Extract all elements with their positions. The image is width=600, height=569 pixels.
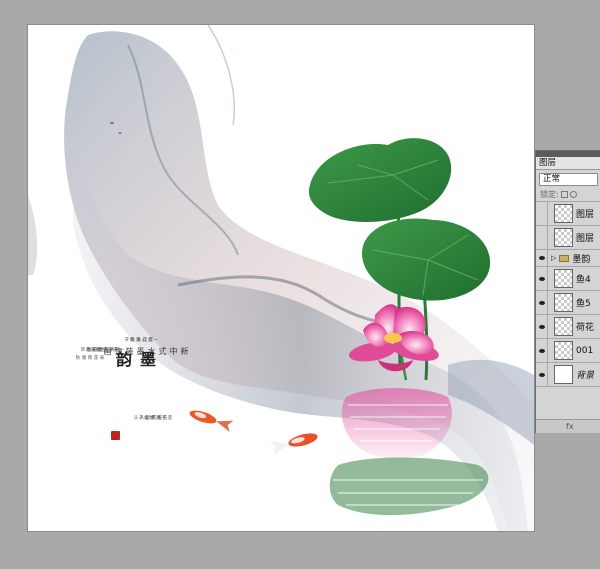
subtitle-char: 中 xyxy=(169,347,178,358)
layer-thumbnail xyxy=(554,204,573,223)
layer-name: 鱼4 xyxy=(576,275,591,285)
layer-row[interactable]: 图层 xyxy=(536,226,600,250)
lock-row: 锁定: xyxy=(536,188,600,202)
layer-row[interactable]: 001 xyxy=(536,339,600,363)
layer-name: 001 xyxy=(576,345,594,356)
layer-name: 背景 xyxy=(576,371,595,381)
document-canvas[interactable]: 墨 韵 新 中 式 水 墨 装 饰 画 一念心清静 莲花处处开 一花一世界 一叶… xyxy=(28,25,534,531)
visibility-toggle[interactable] xyxy=(536,202,548,225)
layer-row[interactable]: 鱼4 xyxy=(536,267,600,291)
eye-icon xyxy=(538,324,545,329)
layer-thumbnail xyxy=(554,293,573,312)
subtitle-char: 式 xyxy=(158,347,167,358)
layer-thumbnail xyxy=(554,365,573,384)
eye-icon xyxy=(538,348,545,353)
artwork-illustration xyxy=(28,25,534,531)
visibility-toggle[interactable] xyxy=(536,315,548,338)
subtitle-char: 墨 xyxy=(136,347,145,358)
layer-name: 荷花 xyxy=(576,323,595,333)
folder-icon xyxy=(559,254,570,262)
verse-column: 天然去雕饰 xyxy=(80,347,109,352)
lock-label: 锁定: xyxy=(540,190,559,199)
layer-row[interactable]: 荷花 xyxy=(536,315,600,339)
verse-column: 莲花处处开 xyxy=(124,337,153,342)
layer-thumbnail xyxy=(554,269,573,288)
lock-brush-icon[interactable] xyxy=(569,191,577,198)
visibility-toggle[interactable] xyxy=(536,226,548,249)
layer-thumbnail xyxy=(554,341,573,360)
expand-triangle-icon[interactable]: ▷ xyxy=(551,254,556,262)
lock-transparency-icon[interactable] xyxy=(560,191,568,198)
blend-mode-select[interactable]: 正常 xyxy=(539,173,598,186)
red-seal-stamp xyxy=(111,431,120,440)
verse-column: 采莲南塘秋 xyxy=(75,355,104,360)
verse-column: 莲子清如水 xyxy=(143,415,172,420)
eye-icon xyxy=(538,256,545,260)
eye-icon xyxy=(538,276,545,281)
visibility-toggle[interactable] xyxy=(536,363,548,386)
eye-icon xyxy=(538,300,545,305)
layer-name: 鱼5 xyxy=(576,299,591,309)
visibility-toggle[interactable] xyxy=(536,291,548,314)
layer-group-row[interactable]: ▷ 墨韵 xyxy=(536,250,600,267)
eye-icon xyxy=(538,372,545,377)
subtitle-char: 水 xyxy=(147,347,156,358)
visibility-toggle[interactable] xyxy=(536,267,548,290)
layer-thumbnail xyxy=(554,317,573,336)
fx-button[interactable]: fx xyxy=(566,422,574,431)
panel-bottom-bar: fx xyxy=(536,419,600,433)
layers-panel: 图层 正常 锁定: 图层 图层 ▷ 墨韵 鱼4 鱼5 荷花 001 背景 fx xyxy=(535,150,600,433)
background-layer-row[interactable]: 背景 xyxy=(536,363,600,387)
visibility-toggle[interactable] xyxy=(536,250,548,266)
layer-name: 图层 xyxy=(576,210,595,220)
layer-name: 墨韵 xyxy=(572,254,591,265)
layer-row[interactable]: 图层 xyxy=(536,202,600,226)
subtitle-char: 新 xyxy=(180,347,189,358)
layer-name: 图层 xyxy=(576,234,595,244)
tab-layers[interactable]: 图层 xyxy=(536,157,600,170)
visibility-toggle[interactable] xyxy=(536,339,548,362)
layer-row[interactable]: 鱼5 xyxy=(536,291,600,315)
layer-thumbnail xyxy=(554,228,573,247)
subtitle-char: 装 xyxy=(125,347,134,358)
